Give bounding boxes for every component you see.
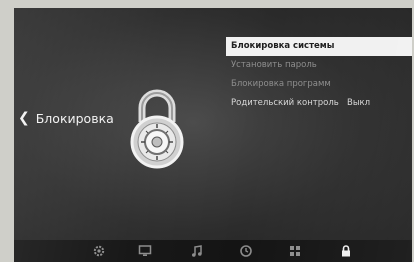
- clock-icon[interactable]: [239, 244, 253, 258]
- tv-bezel: ❮ Блокировка Блокировка системы Установи…: [0, 0, 414, 262]
- monitor-icon[interactable]: [138, 244, 152, 258]
- menu-item-system-lock[interactable]: Блокировка системы: [226, 37, 412, 56]
- menu-item-value: [347, 75, 407, 94]
- page-title: Блокировка: [35, 110, 114, 126]
- lock-settings-menu: Блокировка системы Установить пароль Бло…: [226, 37, 412, 113]
- back-button[interactable]: ❮ Блокировка: [18, 108, 114, 128]
- combination-lock-icon: [122, 84, 192, 170]
- bottom-menu-bar: [14, 240, 412, 262]
- music-icon[interactable]: [190, 244, 204, 258]
- chevron-left-icon: ❮: [18, 110, 30, 126]
- menu-item-label: Установить пароль: [231, 60, 317, 70]
- menu-item-value: [347, 56, 407, 75]
- gear-icon[interactable]: [92, 244, 106, 258]
- apps-icon[interactable]: [288, 244, 302, 258]
- parental-control-value: Выкл: [347, 98, 371, 108]
- menu-item-value: [347, 37, 407, 56]
- tv-screen: ❮ Блокировка Блокировка системы Установи…: [14, 8, 412, 262]
- menu-item-label: Родительский контроль: [231, 98, 339, 108]
- lock-icon[interactable]: [339, 244, 353, 258]
- menu-item-program-lock[interactable]: Блокировка программ: [226, 75, 412, 94]
- menu-item-set-password[interactable]: Установить пароль: [226, 56, 412, 75]
- menu-item-label: Блокировка программ: [231, 79, 331, 89]
- menu-item-label: Блокировка системы: [231, 41, 335, 51]
- menu-item-parental-control[interactable]: Родительский контроль Выкл: [226, 94, 412, 113]
